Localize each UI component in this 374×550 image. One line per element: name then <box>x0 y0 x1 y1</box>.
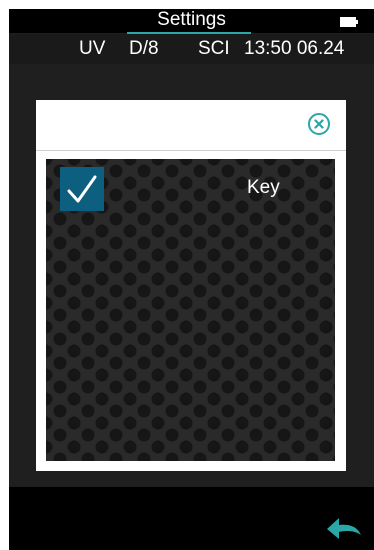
settings-dialog: Key <box>36 100 346 471</box>
key-label: Key <box>247 177 280 198</box>
close-circle-icon[interactable] <box>307 112 331 136</box>
options-panel: Key <box>46 159 335 461</box>
back-arrow-icon[interactable] <box>325 511 363 539</box>
bottom-bar <box>9 487 374 550</box>
key-checkbox[interactable] <box>60 167 104 211</box>
geometry-label: D/8 <box>129 38 159 59</box>
status-bar: UV D/8 SCI 13:50 06.24 <box>9 34 374 64</box>
key-option[interactable]: Key <box>60 167 330 211</box>
battery-icon <box>340 17 356 27</box>
device-screen: Settings UV D/8 SCI 13:50 06.24 Key <box>9 9 374 550</box>
battery-tip <box>356 20 358 24</box>
dialog-header <box>36 100 346 151</box>
title-bar: Settings <box>9 9 374 34</box>
page-title: Settings <box>157 9 226 30</box>
light-source-label: UV <box>79 38 106 59</box>
mode-label: SCI <box>198 38 230 59</box>
time-label: 13:50 06.24 <box>244 38 345 59</box>
check-icon <box>67 175 97 203</box>
